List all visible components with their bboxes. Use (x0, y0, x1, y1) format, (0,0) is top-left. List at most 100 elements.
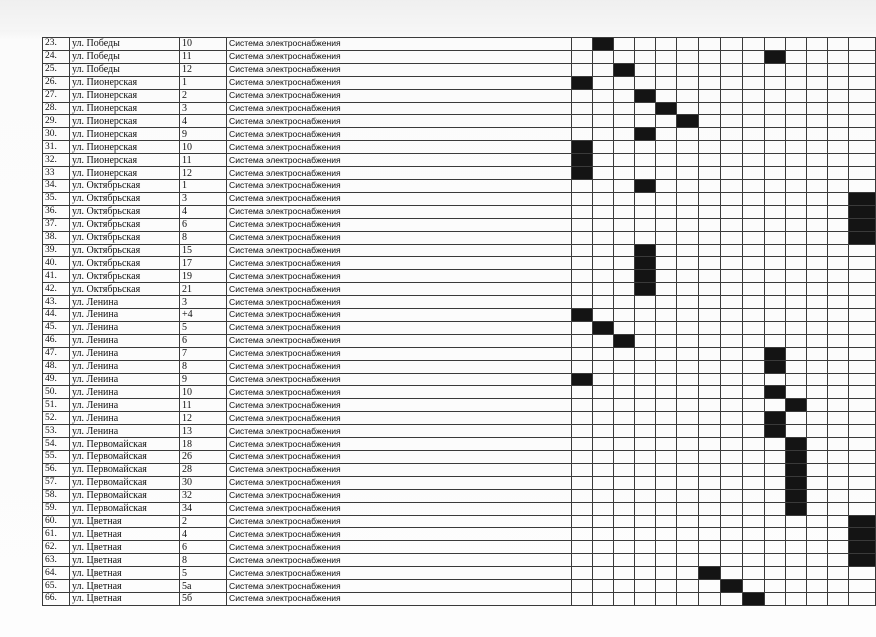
table-row: 27. ул. Пионерская 2 Система электроснабжен… (42, 88, 876, 103)
schedule-cell (592, 178, 614, 193)
schedule-cell (655, 591, 677, 606)
house-number: 15 (179, 243, 227, 258)
maintenance-schedule-table: 23. ул. Победы 10 Система электроснабжения 2… (42, 37, 876, 606)
schedule-cell (676, 501, 699, 516)
schedule-cell (613, 462, 635, 477)
schedule-cell (655, 320, 677, 335)
schedule-mark-filled (655, 101, 677, 116)
schedule-cell (806, 256, 828, 271)
street-name: ул. Ленина (69, 308, 180, 322)
schedule-cell (827, 269, 849, 284)
schedule-mark-filled (676, 114, 699, 129)
schedule-cell (634, 579, 656, 593)
schedule-mark-filled (634, 178, 656, 193)
street-name: ул. Ленина (69, 411, 180, 426)
system-name: Система электроснабжения (226, 49, 572, 64)
table-row: 50. ул. Ленина 10 Система электроснабжения (42, 385, 876, 400)
schedule-cell (655, 553, 677, 568)
row-number: 26. (42, 75, 70, 90)
schedule-cell (720, 372, 743, 387)
system-name: Система электроснабжения (226, 553, 572, 568)
schedule-cell (592, 333, 614, 348)
schedule-cell (720, 308, 743, 322)
schedule-cell (848, 166, 876, 180)
schedule-cell (571, 553, 593, 568)
system-name: Система электроснабжения (226, 385, 572, 400)
schedule-cell (634, 333, 656, 348)
schedule-cell (806, 450, 828, 464)
house-number: 6 (179, 540, 227, 555)
table-row: 53. ул. Ленина 13 Система электроснабжения (42, 424, 876, 439)
street-name: ул. Первомайская (69, 450, 180, 464)
system-name: Система электроснабжения (226, 308, 572, 322)
schedule-cell (592, 591, 614, 606)
schedule-cell (785, 166, 807, 180)
schedule-cell (676, 527, 699, 542)
schedule-cell (827, 411, 849, 426)
schedule-cell (764, 269, 786, 284)
row-number: 32. (42, 153, 70, 168)
schedule-cell (785, 527, 807, 542)
schedule-cell (742, 566, 765, 581)
schedule-cell (785, 127, 807, 142)
schedule-cell (634, 166, 656, 180)
schedule-cell (806, 540, 828, 555)
schedule-cell (827, 385, 849, 400)
schedule-cell (848, 88, 876, 103)
schedule-cell (785, 346, 807, 361)
schedule-cell (827, 101, 849, 116)
street-name: ул. Октябрьская (69, 230, 180, 245)
schedule-cell (613, 75, 635, 90)
schedule-cell (764, 101, 786, 116)
schedule-cell (655, 346, 677, 361)
schedule-cell (655, 153, 677, 168)
schedule-cell (676, 204, 699, 219)
schedule-mark-filled (613, 62, 635, 77)
table-row: 44. ул. Ленина +4 Система электроснабжения (42, 308, 876, 322)
schedule-cell (742, 217, 765, 232)
schedule-cell (571, 114, 593, 129)
schedule-cell (613, 450, 635, 464)
schedule-cell (592, 540, 614, 555)
schedule-cell (634, 204, 656, 219)
schedule-cell (785, 178, 807, 193)
schedule-cell (848, 320, 876, 335)
system-name: Система электроснабжения (226, 295, 572, 310)
schedule-cell (720, 114, 743, 129)
schedule-cell (698, 308, 721, 322)
street-name: ул. Первомайская (69, 475, 180, 490)
schedule-cell (764, 527, 786, 542)
schedule-cell (592, 462, 614, 477)
schedule-cell (592, 437, 614, 451)
schedule-cell (698, 127, 721, 142)
schedule-cell (634, 385, 656, 400)
schedule-cell (848, 140, 876, 155)
schedule-cell (655, 204, 677, 219)
schedule-cell (676, 462, 699, 477)
schedule-cell (806, 49, 828, 64)
schedule-cell (742, 553, 765, 568)
schedule-cell (720, 553, 743, 568)
house-number: 17 (179, 256, 227, 271)
house-number: 11 (179, 49, 227, 64)
schedule-cell (720, 178, 743, 193)
schedule-cell (827, 424, 849, 439)
schedule-cell (655, 49, 677, 64)
schedule-cell (571, 488, 593, 503)
schedule-cell (742, 37, 765, 51)
schedule-cell (742, 501, 765, 516)
table-row: 57. ул. Первомайская 30 Система электроснаб… (42, 475, 876, 490)
schedule-cell (764, 333, 786, 348)
schedule-cell (655, 217, 677, 232)
schedule-cell (676, 540, 699, 555)
schedule-cell (827, 398, 849, 413)
row-number: 62. (42, 540, 70, 555)
schedule-cell (720, 269, 743, 284)
schedule-cell (592, 101, 614, 116)
schedule-cell (742, 385, 765, 400)
street-name: ул. Победы (69, 37, 180, 51)
schedule-cell (742, 127, 765, 142)
schedule-cell (592, 295, 614, 310)
system-name: Система электроснабжения (226, 282, 572, 297)
house-number: 6 (179, 333, 227, 348)
